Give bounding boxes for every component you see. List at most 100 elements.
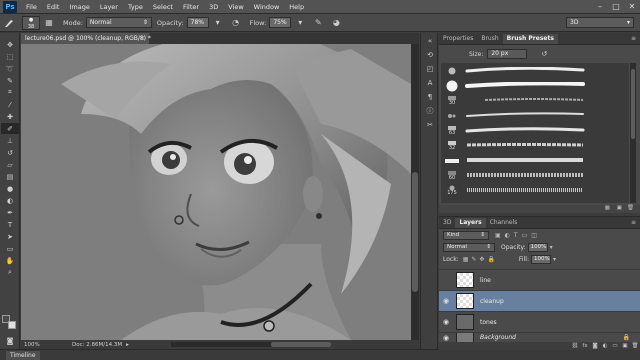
layer-row[interactable]: line: [439, 269, 640, 290]
adjustment-layer-icon[interactable]: ◐: [600, 343, 610, 349]
minimize-button[interactable]: –: [592, 0, 608, 14]
eye-icon[interactable]: ◉: [439, 334, 453, 342]
layer-row[interactable]: ◉ tones: [439, 311, 640, 332]
history-panel-icon[interactable]: ⟲: [422, 49, 438, 61]
crop-tool-icon[interactable]: ⌗: [1, 87, 19, 98]
brush-preset-item[interactable]: [441, 63, 629, 78]
pen-tool-icon[interactable]: ✒: [1, 207, 19, 218]
document-tab[interactable]: lecture06.psd @ 100% (cleanup, RGB/8) * …: [21, 33, 151, 44]
brush-tool-icon[interactable]: ✐: [1, 123, 19, 134]
pressure-opacity-icon[interactable]: ◔: [229, 16, 243, 30]
background-color-swatch[interactable]: [8, 321, 16, 329]
workspace-select[interactable]: 3D ▾: [566, 17, 634, 28]
scrollbar-thumb[interactable]: [271, 342, 331, 347]
menu-type[interactable]: Type: [123, 3, 148, 11]
paragraph-panel-icon[interactable]: ¶: [422, 91, 438, 103]
size-input[interactable]: 20 px: [487, 49, 528, 59]
maximize-button[interactable]: □: [608, 0, 624, 14]
brush-preset-item[interactable]: 63: [441, 123, 629, 138]
menu-3d[interactable]: 3D: [204, 3, 223, 11]
new-layer-icon[interactable]: ▣: [620, 343, 630, 349]
eye-icon[interactable]: ◉: [439, 318, 453, 326]
healing-tool-icon[interactable]: ✚: [1, 111, 19, 122]
quick-select-tool-icon[interactable]: ✎: [1, 75, 19, 86]
chevron-down-icon[interactable]: ▾: [553, 256, 556, 263]
tab-layers[interactable]: Layers: [455, 218, 486, 228]
type-tool-icon[interactable]: T: [1, 219, 19, 230]
filter-pixel-icon[interactable]: ▣: [495, 232, 501, 239]
menu-filter[interactable]: Filter: [178, 3, 204, 11]
timeline-tab[interactable]: Timeline: [6, 350, 40, 360]
lock-pixels-icon[interactable]: ✎: [471, 256, 476, 263]
tab-channels[interactable]: Channels: [486, 218, 522, 228]
filter-adjustment-icon[interactable]: ◐: [505, 232, 510, 239]
panel-menu-icon[interactable]: ≡: [631, 218, 636, 228]
new-preset-icon[interactable]: ▣: [617, 205, 622, 211]
eyedropper-tool-icon[interactable]: ⁄: [1, 99, 19, 110]
panel-menu-icon[interactable]: ≡: [631, 34, 636, 44]
path-select-tool-icon[interactable]: ➤: [1, 231, 19, 242]
menu-view[interactable]: View: [223, 3, 248, 11]
close-button[interactable]: ✕: [624, 0, 640, 14]
hand-tool-icon[interactable]: ✋: [1, 255, 19, 266]
brush-panel-toggle-icon[interactable]: ▦: [42, 16, 56, 30]
menu-image[interactable]: Image: [64, 3, 94, 11]
filter-type-icon[interactable]: T: [514, 232, 518, 239]
eye-icon[interactable]: ◉: [439, 297, 453, 305]
add-mask-icon[interactable]: ◙: [590, 343, 600, 349]
menu-layer[interactable]: Layer: [95, 3, 123, 11]
menu-help[interactable]: Help: [284, 3, 309, 11]
navigator-panel-icon[interactable]: ◰: [422, 63, 438, 75]
eraser-tool-icon[interactable]: ▱: [1, 159, 19, 170]
reset-brush-icon[interactable]: ↺: [541, 50, 547, 58]
document-info[interactable]: Doc: 2.86M/14.3M: [72, 342, 122, 348]
tab-3d[interactable]: 3D: [439, 218, 455, 228]
clone-stamp-tool-icon[interactable]: ⊥: [1, 135, 19, 146]
layer-row[interactable]: ◉ Background 🔒: [439, 332, 640, 342]
filter-shape-icon[interactable]: ▭: [522, 232, 528, 239]
brush-preset-item[interactable]: 32: [441, 138, 629, 153]
menu-edit[interactable]: Edit: [42, 3, 65, 11]
info-panel-icon[interactable]: ⓘ: [422, 105, 438, 117]
brush-preset-list[interactable]: 30 63 32 60 175: [441, 63, 629, 203]
menu-select[interactable]: Select: [148, 3, 178, 11]
brush-preset-item[interactable]: [441, 78, 629, 93]
lock-all-icon[interactable]: 🔒: [487, 256, 494, 263]
brush-tool-preset-icon[interactable]: [2, 16, 16, 30]
link-layers-icon[interactable]: ⛓: [570, 343, 580, 349]
brush-preset-item[interactable]: 60: [441, 168, 629, 183]
lock-transparency-icon[interactable]: ▦: [463, 256, 469, 263]
move-tool-icon[interactable]: ✥: [1, 39, 19, 50]
shape-tool-icon[interactable]: ▭: [1, 243, 19, 254]
menu-window[interactable]: Window: [249, 3, 285, 11]
quick-mask-icon[interactable]: ◙: [1, 335, 19, 346]
dodge-tool-icon[interactable]: ◐: [1, 195, 19, 206]
brush-preset-item[interactable]: 30: [441, 93, 629, 108]
brush-preset-item[interactable]: [441, 108, 629, 123]
layer-opacity-input[interactable]: 100%: [527, 243, 548, 252]
opacity-input[interactable]: 78%: [186, 17, 209, 28]
zoom-level[interactable]: 100%: [24, 342, 50, 348]
layer-row[interactable]: ◉ cleanup: [439, 290, 640, 311]
pressure-size-icon[interactable]: ◕: [329, 16, 343, 30]
fx-icon[interactable]: fx: [580, 343, 590, 349]
mode-select[interactable]: Normal ⇕: [85, 17, 152, 28]
collapse-icon[interactable]: «: [422, 35, 438, 47]
blur-tool-icon[interactable]: ●: [1, 183, 19, 194]
toggle-brush-panel-icon[interactable]: ▦: [605, 205, 610, 211]
fill-input[interactable]: 100%: [530, 255, 551, 264]
filter-smart-object-icon[interactable]: ◫: [531, 232, 537, 239]
chevron-down-icon[interactable]: ▾: [293, 16, 307, 30]
tab-brush-presets[interactable]: Brush Presets: [502, 34, 558, 44]
lasso-tool-icon[interactable]: ➰: [1, 63, 19, 74]
brush-list-scrollbar[interactable]: [630, 63, 636, 203]
menu-file[interactable]: File: [21, 3, 42, 11]
airbrush-icon[interactable]: ✎: [311, 16, 325, 30]
gradient-tool-icon[interactable]: ▤: [1, 171, 19, 182]
close-icon[interactable]: ×: [140, 33, 145, 44]
brush-preset-item[interactable]: [441, 153, 629, 168]
blend-mode-select[interactable]: Normal ⇕: [443, 243, 495, 252]
tab-properties[interactable]: Properties: [439, 34, 477, 44]
scrollbar-thumb[interactable]: [631, 69, 635, 139]
chevron-down-icon[interactable]: ▾: [211, 16, 225, 30]
